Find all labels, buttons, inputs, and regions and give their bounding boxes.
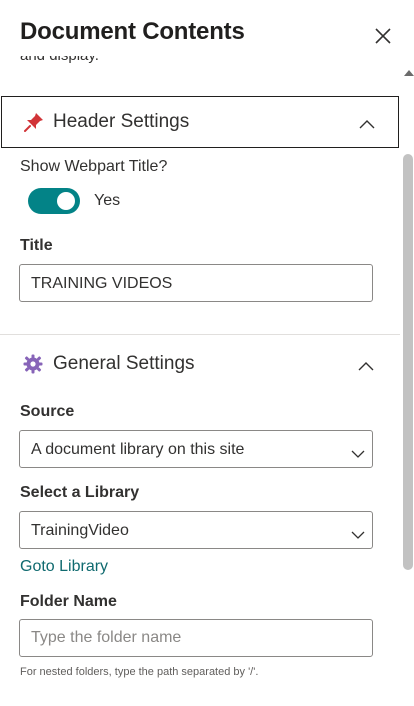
close-button[interactable] xyxy=(371,24,395,48)
chevron-down-icon xyxy=(351,445,365,458)
title-value: TRAINING VIDEOS xyxy=(31,275,173,292)
panel-description: and display. xyxy=(20,56,99,70)
library-dropdown[interactable]: TrainingVideo xyxy=(19,511,373,549)
toggle-knob xyxy=(57,192,75,210)
panel-header: Document Contents xyxy=(0,0,414,62)
source-dropdown[interactable]: A document library on this site xyxy=(19,430,373,468)
general-settings-label: General Settings xyxy=(53,353,195,374)
general-settings-section-header[interactable]: General Settings xyxy=(0,338,400,390)
chevron-up-icon[interactable] xyxy=(358,358,374,371)
header-settings-section-header[interactable]: Header Settings xyxy=(1,96,399,148)
chevron-down-icon xyxy=(351,526,365,539)
scrollbar[interactable] xyxy=(402,70,414,706)
folder-name-field[interactable] xyxy=(19,619,373,657)
source-label: Source xyxy=(20,403,75,420)
close-icon xyxy=(375,28,391,44)
pushpin-icon xyxy=(23,111,45,133)
title-label: Title xyxy=(20,237,53,254)
folder-name-input[interactable] xyxy=(20,620,372,656)
folder-name-label: Folder Name xyxy=(20,593,117,610)
scrollbar-thumb[interactable] xyxy=(403,154,413,570)
show-title-label: Show Webpart Title? xyxy=(20,158,168,175)
source-value: A document library on this site xyxy=(31,441,245,458)
show-title-toggle[interactable] xyxy=(28,188,80,214)
panel-title: Document Contents xyxy=(20,18,245,45)
section-divider xyxy=(0,334,400,335)
goto-library-link[interactable]: Goto Library xyxy=(20,558,108,576)
chevron-up-icon[interactable] xyxy=(359,116,375,129)
header-settings-label: Header Settings xyxy=(53,111,190,132)
library-label: Select a Library xyxy=(20,484,140,501)
folder-help-text: For nested folders, type the path separa… xyxy=(20,666,259,678)
gear-icon xyxy=(22,353,44,375)
library-value: TrainingVideo xyxy=(31,522,129,539)
scroll-up-arrow-icon[interactable] xyxy=(404,70,414,76)
toggle-state-text: Yes xyxy=(94,192,121,209)
title-field[interactable]: TRAINING VIDEOS xyxy=(19,264,373,302)
